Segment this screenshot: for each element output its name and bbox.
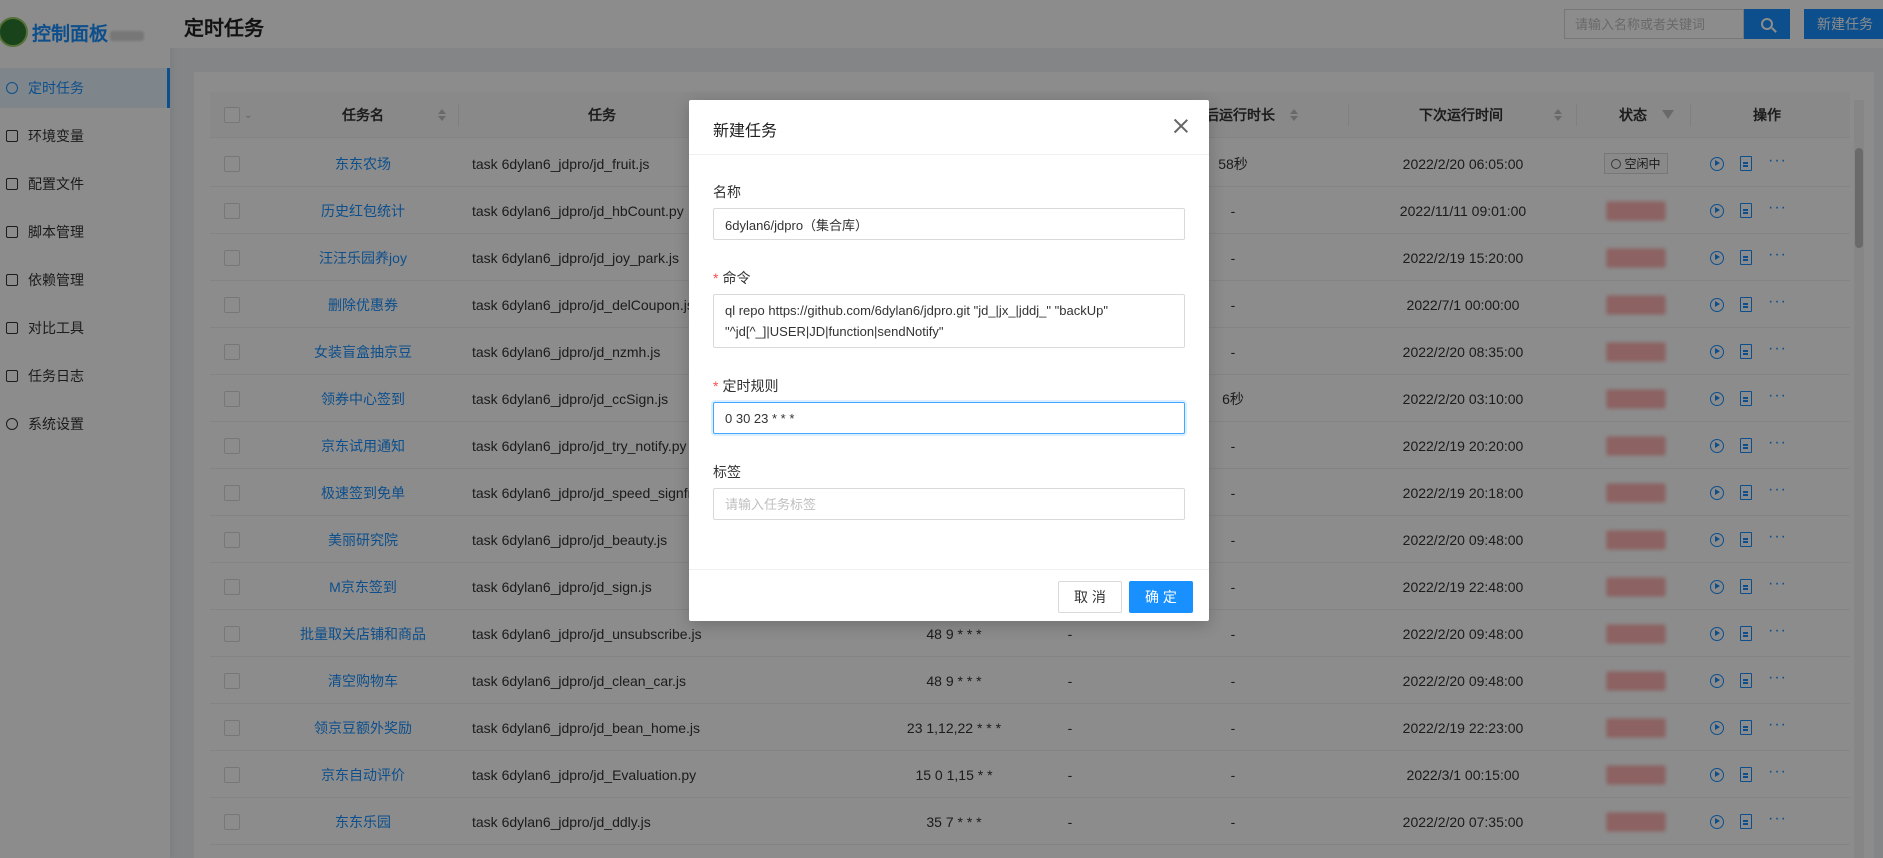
modal-header: 新建任务 [689, 100, 1209, 155]
tag-label: 标签 [713, 464, 741, 480]
command-label-wrap: * 命令 [713, 268, 750, 288]
modal-title: 新建任务 [713, 123, 778, 140]
required-mark: * [713, 378, 719, 394]
schedule-label: 定时规则 [722, 378, 779, 394]
new-task-modal: 新建任务 名称 *命令 *定时规则 标签 取 消 确 定 [689, 100, 1209, 621]
modal-footer: 取 消 确 定 [689, 569, 1209, 621]
schedule-field[interactable] [713, 402, 1185, 434]
schedule-label-wrap: * 定时规则 [713, 376, 778, 396]
tag-field[interactable] [713, 488, 1185, 520]
name-field[interactable] [713, 208, 1185, 240]
command-label: 命令 [722, 270, 751, 286]
close-icon[interactable] [1173, 118, 1189, 134]
command-field[interactable] [713, 294, 1185, 348]
confirm-button[interactable]: 确 定 [1129, 581, 1193, 613]
cancel-button[interactable]: 取 消 [1058, 581, 1122, 613]
required-mark: * [713, 270, 719, 286]
name-label: 名称 [713, 184, 741, 200]
